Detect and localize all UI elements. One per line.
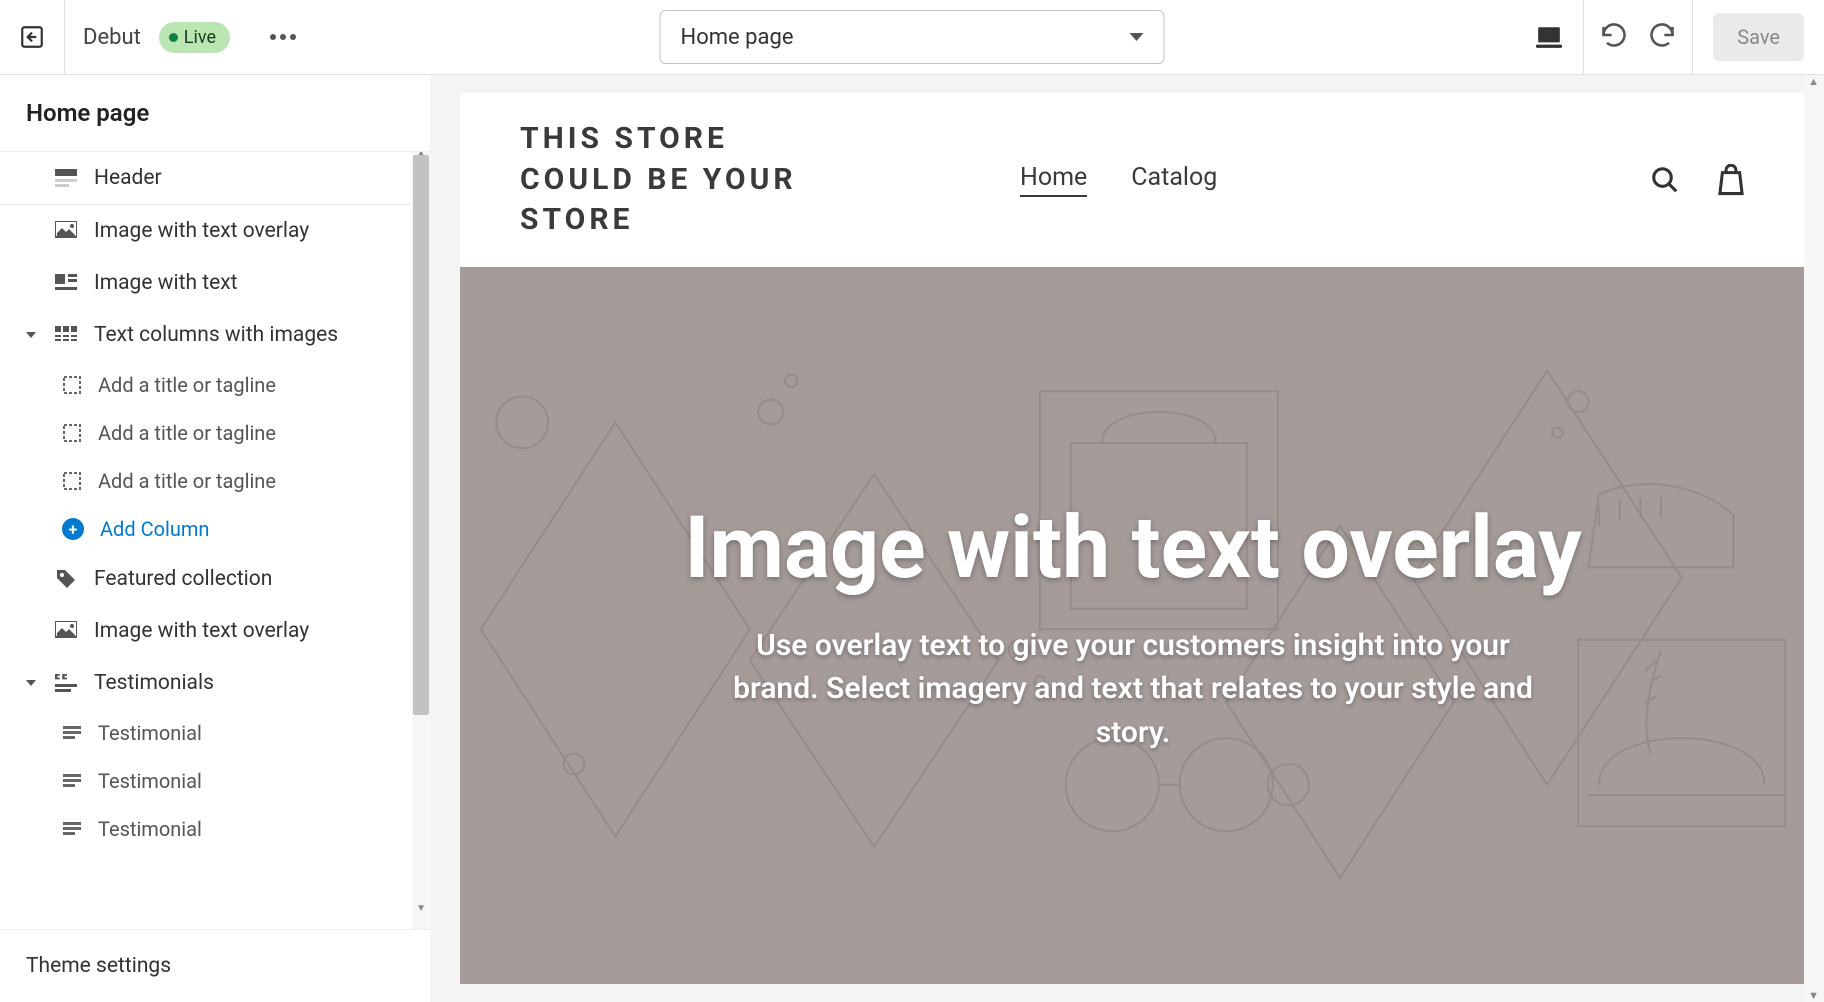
chevron-down-icon [1130,33,1144,41]
hero-section: Image with text overlay Use overlay text… [460,267,1806,985]
topbar: Debut Live Home page Save [0,0,1824,75]
block-testimonial[interactable]: Testimonial [0,805,430,853]
text-icon [62,819,82,839]
section-label: Image with text [94,271,238,295]
block-label: Add a title or tagline [98,469,276,493]
exit-icon [19,24,45,50]
add-column-button[interactable]: + Add Column [0,505,430,553]
text-icon [62,723,82,743]
nav-home[interactable]: Home [1020,163,1087,197]
section-text-columns[interactable]: Text columns with images [0,309,430,361]
page-select[interactable]: Home page [660,10,1165,64]
section-header[interactable]: Header [0,152,430,205]
block-testimonial[interactable]: Testimonial [0,757,430,805]
nav-catalog[interactable]: Catalog [1131,163,1217,197]
section-featured-collection[interactable]: Featured collection [0,553,430,605]
preview-frame: THIS STORE COULD BE YOUR STORE Home Cata… [460,93,1806,984]
cart-icon[interactable] [1716,164,1746,196]
block-label: Testimonial [98,769,202,793]
sidebar: Home page Header Image with text overlay [0,75,430,1002]
dot-icon [290,34,296,40]
section-testimonials[interactable]: Testimonials [0,657,430,709]
search-icon[interactable] [1650,165,1680,195]
dot-icon [270,34,276,40]
topbar-left: Debut Live [0,0,296,74]
store-title-box: THIS STORE COULD BE YOUR STORE [520,119,840,241]
theme-settings-label: Theme settings [26,954,171,978]
scroll-down-icon: ▼ [1808,989,1819,1002]
section-label: Text columns with images [94,323,338,347]
placeholder-icon [62,423,82,443]
placeholder-icon [62,471,82,491]
section-image-text-overlay[interactable]: Image with text overlay [0,605,430,657]
quote-icon [54,671,78,695]
page-select-label: Home page [681,25,1130,50]
main: Home page Header Image with text overlay [0,75,1824,1002]
section-label: Image with text overlay [94,619,309,643]
preview-container: THIS STORE COULD BE YOUR STORE Home Cata… [430,75,1824,1002]
topbar-right: Save [1514,0,1824,74]
section-label: Featured collection [94,567,272,591]
dot-icon [280,34,286,40]
placeholder-icon [62,375,82,395]
sidebar-title: Home page [0,75,430,152]
block-label: Testimonial [98,817,202,841]
hero-subtitle: Use overlay text to give your customers … [713,624,1553,755]
tag-icon [54,567,78,591]
text-icon [62,771,82,791]
chevron-down-icon [24,332,38,338]
theme-settings-button[interactable]: Theme settings [0,929,430,1002]
section-label: Header [94,166,162,190]
block-placeholder[interactable]: Add a title or tagline [0,457,430,505]
redo-icon [1648,21,1676,49]
block-placeholder[interactable]: Add a title or tagline [0,409,430,457]
desktop-icon [1536,25,1562,49]
store-title: THIS STORE COULD BE YOUR STORE [520,119,840,241]
live-dot-icon [169,33,178,42]
header-icon [54,166,78,190]
sidebar-scroll[interactable]: Header Image with text overlay Image wit… [0,152,430,929]
scroll-down-icon: ▼ [416,903,426,914]
image-overlay-icon [54,219,78,243]
scrollbar[interactable]: ▲ ▼ [412,152,430,929]
live-badge: Live [159,22,230,53]
scroll-up-icon: ▲ [1808,75,1819,88]
section-image-text-overlay[interactable]: Image with text overlay [0,205,430,257]
store-nav: Home Catalog [1020,163,1217,197]
image-overlay-icon [54,619,78,643]
desktop-preview-button[interactable] [1514,0,1584,75]
undo-button[interactable] [1600,21,1628,53]
columns-icon [54,323,78,347]
redo-button[interactable] [1648,21,1676,53]
section-label: Testimonials [94,671,214,695]
section-image-text[interactable]: Image with text [0,257,430,309]
block-label: Add a title or tagline [98,421,276,445]
block-label: Testimonial [98,721,202,745]
theme-name: Debut [65,25,159,50]
block-label: Add a title or tagline [98,373,276,397]
back-button[interactable] [0,0,65,75]
image-text-icon [54,271,78,295]
block-label: Add Column [100,517,209,541]
store-header: THIS STORE COULD BE YOUR STORE Home Cata… [460,93,1806,267]
live-badge-label: Live [184,27,216,48]
block-testimonial[interactable]: Testimonial [0,709,430,757]
section-label: Image with text overlay [94,219,309,243]
more-button[interactable] [270,34,296,40]
undo-icon [1600,21,1628,49]
save-button[interactable]: Save [1713,13,1804,61]
scroll-thumb[interactable] [413,155,429,715]
history-group [1584,0,1693,74]
store-actions [1650,164,1746,196]
preview-scrollbar[interactable]: ▲ ▼ [1804,75,1824,1002]
hero-title: Image with text overlay [684,497,1581,598]
block-placeholder[interactable]: Add a title or tagline [0,361,430,409]
plus-circle-icon: + [62,518,84,540]
chevron-down-icon [24,680,38,686]
